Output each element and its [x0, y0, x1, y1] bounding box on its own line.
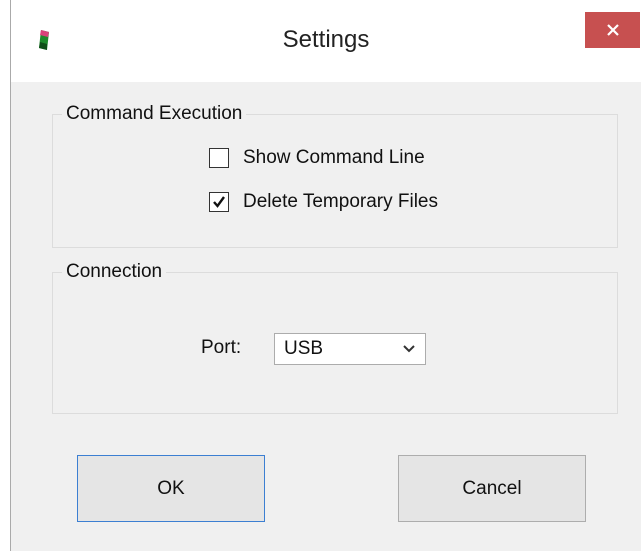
port-select-value: USB [284, 338, 324, 359]
window-title: Settings [282, 26, 370, 53]
port-label: Port: [201, 337, 242, 358]
show-command-line-option[interactable]: Show Command Line [209, 147, 425, 169]
connection-group: Connection Port: USB [52, 260, 618, 414]
title-bar[interactable]: Settings [11, 0, 641, 82]
ok-button[interactable]: OK [77, 455, 265, 522]
command-execution-label: Command Execution [62, 102, 247, 126]
delete-temporary-files-checkbox[interactable] [209, 192, 229, 212]
settings-dialog: Settings Command Execution Show Command … [10, 0, 641, 551]
close-icon [606, 24, 619, 36]
close-button[interactable] [585, 12, 640, 48]
checkmark-icon [213, 196, 225, 208]
delete-temporary-files-label: Delete Temporary Files [243, 191, 439, 212]
port-select[interactable]: USB [274, 333, 426, 365]
cancel-button[interactable]: Cancel [398, 455, 586, 522]
connection-label: Connection [62, 260, 167, 284]
show-command-line-label: Show Command Line [243, 147, 425, 168]
show-command-line-checkbox[interactable] [209, 148, 229, 168]
chevron-down-icon [403, 345, 415, 353]
delete-temporary-files-option[interactable]: Delete Temporary Files [209, 191, 438, 213]
command-execution-group: Command Execution Show Command Line Dele… [52, 102, 618, 248]
